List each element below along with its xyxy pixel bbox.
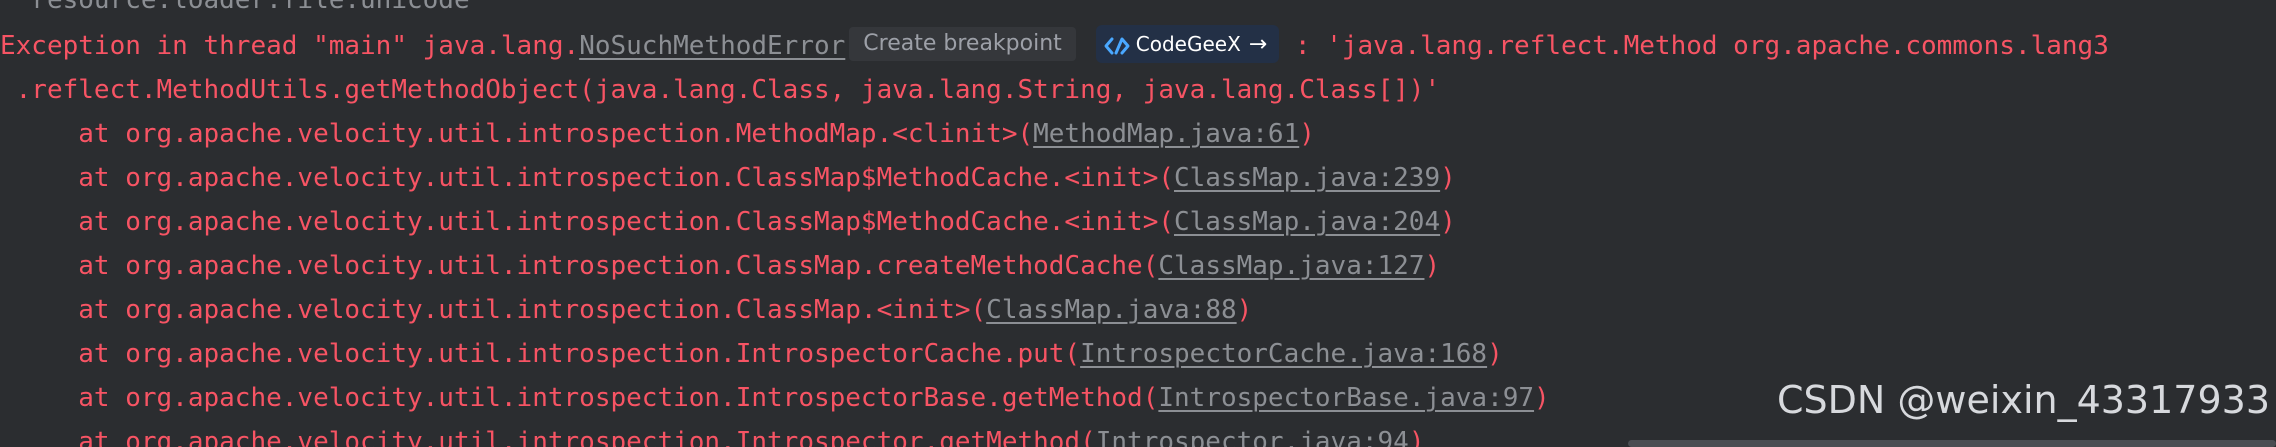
source-file-link[interactable]: Introspector.java:94 bbox=[1096, 427, 1409, 447]
source-file-link[interactable]: IntrospectorCache.java:168 bbox=[1080, 339, 1487, 369]
stack-frame: at org.apache.velocity.util.introspectio… bbox=[0, 112, 1315, 156]
stack-frame-suffix: ) bbox=[1487, 339, 1503, 369]
stack-frame: at org.apache.velocity.util.introspectio… bbox=[0, 376, 1550, 420]
create-breakpoint-button[interactable]: Create breakpoint bbox=[849, 27, 1076, 61]
watermark: CSDN @weixin_43317933 bbox=[1777, 378, 2270, 422]
stack-frame-suffix: ) bbox=[1440, 163, 1456, 193]
stack-frame-method: at org.apache.velocity.util.introspectio… bbox=[0, 251, 1159, 281]
source-file-link[interactable]: ClassMap.java:239 bbox=[1174, 163, 1440, 193]
source-file-link[interactable]: MethodMap.java:61 bbox=[1033, 119, 1299, 149]
arrow-right-icon: → bbox=[1248, 32, 1268, 57]
partial-line-text: resource.loader.file.unicode bbox=[0, 0, 470, 15]
stack-frame-suffix: ) bbox=[1299, 119, 1315, 149]
horizontal-scrollbar[interactable] bbox=[1628, 440, 2276, 447]
exception-line: Exception in thread "main" java.lang.NoS… bbox=[0, 24, 2109, 68]
stack-frame: at org.apache.velocity.util.introspectio… bbox=[0, 244, 1440, 288]
codegeex-label: CodeGeeX bbox=[1135, 32, 1241, 56]
codegeex-button[interactable]: CodeGeeX → bbox=[1095, 25, 1280, 63]
stack-frame-method: at org.apache.velocity.util.introspectio… bbox=[0, 427, 1096, 447]
stack-frame-method: at org.apache.velocity.util.introspectio… bbox=[0, 339, 1081, 369]
stack-frame: at org.apache.velocity.util.introspectio… bbox=[0, 420, 1424, 447]
stack-frame: at org.apache.velocity.util.introspectio… bbox=[0, 288, 1252, 332]
exception-prefix: Exception in thread "main" java.lang. bbox=[0, 31, 580, 61]
exception-continuation: .reflect.MethodUtils.getMethodObject(jav… bbox=[0, 68, 1440, 112]
exception-class-link[interactable]: NoSuchMethodError bbox=[579, 31, 845, 61]
stack-frame-method: at org.apache.velocity.util.introspectio… bbox=[0, 119, 1034, 149]
source-file-link[interactable]: IntrospectorBase.java:97 bbox=[1158, 383, 1534, 413]
source-file-link[interactable]: ClassMap.java:127 bbox=[1158, 251, 1424, 281]
exception-message: : 'java.lang.reflect.Method org.apache.c… bbox=[1279, 31, 2109, 61]
source-file-link[interactable]: ClassMap.java:88 bbox=[986, 295, 1236, 325]
console-line-partial: resource.loader.file.unicode bbox=[0, 0, 470, 22]
continuation-text: .reflect.MethodUtils.getMethodObject(jav… bbox=[0, 75, 1441, 105]
stack-frame-suffix: ) bbox=[1236, 295, 1253, 325]
stack-frame-suffix: ) bbox=[1534, 383, 1550, 413]
codegeex-icon bbox=[1104, 31, 1130, 69]
stack-frame-method: at org.apache.velocity.util.introspectio… bbox=[0, 207, 1174, 237]
stack-frame-suffix: ) bbox=[1408, 427, 1425, 447]
source-file-link[interactable]: ClassMap.java:204 bbox=[1174, 207, 1440, 237]
stack-frame-method: at org.apache.velocity.util.introspectio… bbox=[0, 295, 987, 325]
stack-frame-method: at org.apache.velocity.util.introspectio… bbox=[0, 163, 1174, 193]
stack-frame: at org.apache.velocity.util.introspectio… bbox=[0, 332, 1503, 376]
stack-frame-suffix: ) bbox=[1424, 251, 1441, 281]
stack-frame-suffix: ) bbox=[1440, 207, 1456, 237]
stack-frame: at org.apache.velocity.util.introspectio… bbox=[0, 200, 1456, 244]
stack-frame-method: at org.apache.velocity.util.introspectio… bbox=[0, 383, 1159, 413]
stack-frame: at org.apache.velocity.util.introspectio… bbox=[0, 156, 1456, 200]
